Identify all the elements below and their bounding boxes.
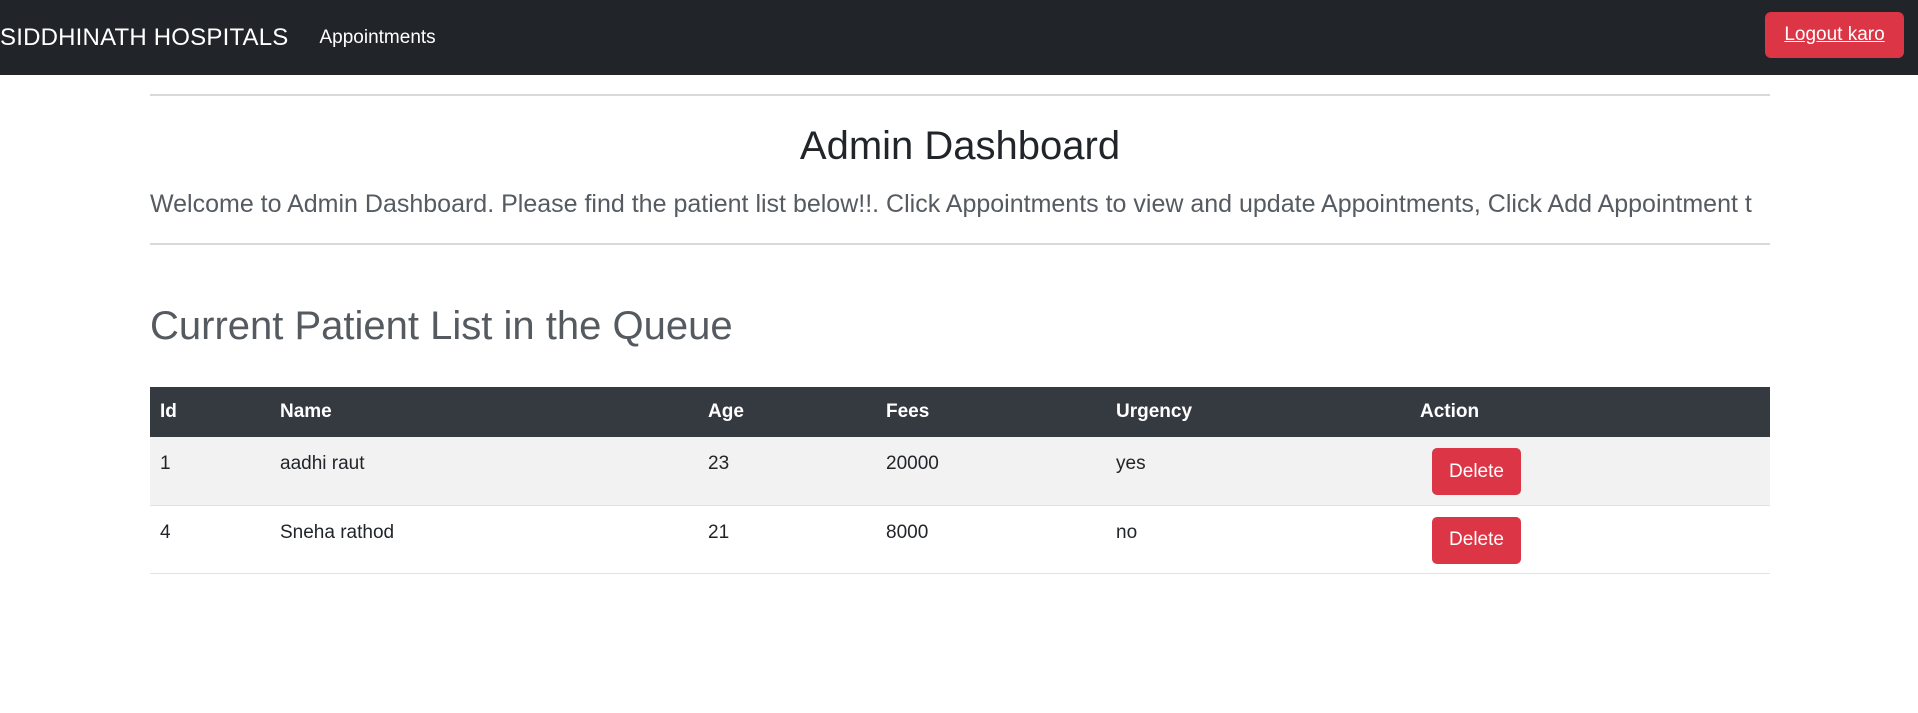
- table-row: 1 aadhi raut 23 20000 yes Delete: [150, 437, 1770, 505]
- column-header-age: Age: [708, 401, 744, 422]
- divider-bottom: [150, 243, 1770, 245]
- cell-fees: 20000: [886, 453, 939, 474]
- table-header: Id Name Age Fees Urgency Action: [150, 387, 1770, 437]
- brand-name[interactable]: SIDDHINATH HOSPITALS: [0, 24, 288, 52]
- cell-age: 21: [708, 521, 730, 543]
- nav-link-appointments[interactable]: Appointments: [319, 27, 435, 49]
- cell-action: Delete: [1410, 505, 1770, 573]
- cell-id: 1: [160, 453, 171, 474]
- cell-action: Delete: [1410, 437, 1770, 505]
- column-header-action: Action: [1420, 401, 1480, 422]
- cell-name: Sneha rathod: [280, 521, 395, 543]
- delete-button[interactable]: Delete: [1432, 448, 1521, 495]
- top-navbar: SIDDHINATH HOSPITALS Appointments Logout…: [0, 0, 1918, 75]
- column-header-fees: Fees: [886, 401, 930, 422]
- logout-button[interactable]: Logout karo: [1765, 12, 1904, 58]
- cell-age: 23: [708, 453, 730, 474]
- column-header-urgency: Urgency: [1116, 401, 1193, 422]
- cell-name: aadhi raut: [280, 453, 365, 474]
- cell-urgency: no: [1116, 521, 1138, 543]
- table-row: 4 Sneha rathod 21 8000 no Delete: [150, 505, 1770, 573]
- welcome-text: Welcome to Admin Dashboard. Please find …: [150, 190, 1752, 218]
- divider-top: [150, 94, 1770, 96]
- delete-button[interactable]: Delete: [1432, 516, 1521, 564]
- column-header-id: Id: [160, 401, 177, 422]
- main-container: Admin Dashboard Welcome to Admin Dashboa…: [150, 75, 1770, 713]
- patient-list-title: Current Patient List in the Queue: [150, 304, 733, 348]
- page-title: Admin Dashboard: [799, 124, 1121, 168]
- column-header-name: Name: [280, 401, 332, 422]
- cell-id: 4: [160, 521, 171, 543]
- cell-urgency: yes: [1116, 453, 1146, 474]
- cell-fees: 8000: [886, 521, 929, 543]
- patient-table: Id Name Age Fees Urgency Action 1 aadhi …: [150, 387, 1770, 574]
